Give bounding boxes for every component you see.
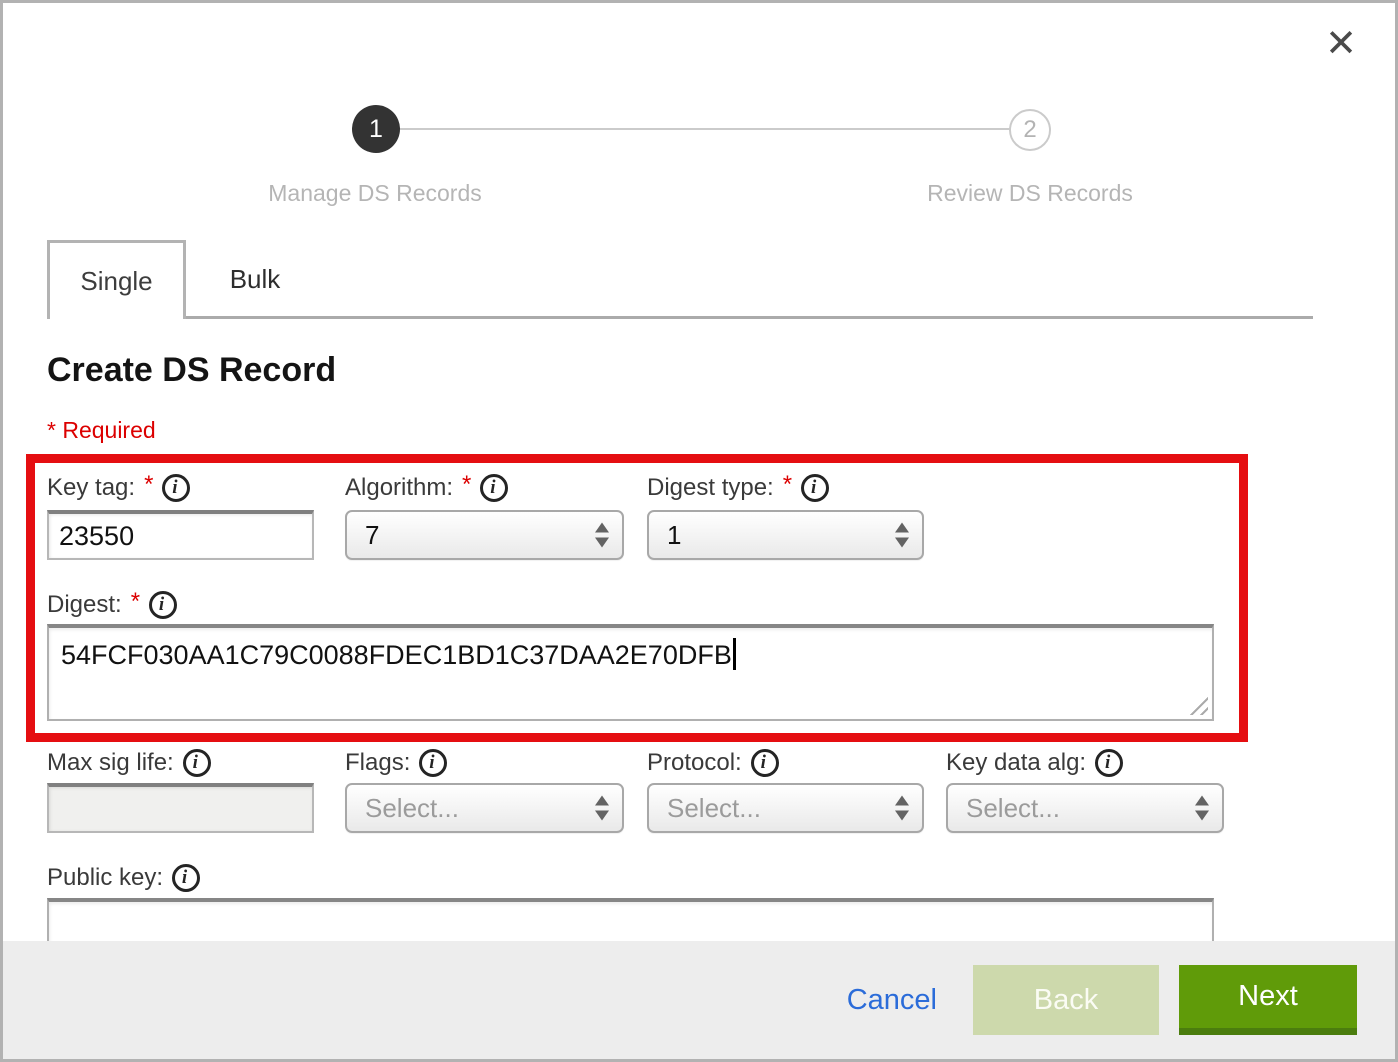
- algorithm-select[interactable]: 7: [345, 510, 624, 560]
- max-sig-life-input: [47, 783, 314, 833]
- close-icon: ✕: [1325, 21, 1357, 66]
- page-title: Create DS Record: [47, 351, 336, 390]
- digest-type-select[interactable]: 1: [647, 510, 924, 560]
- public-key-label-row: Public key: i: [47, 860, 200, 896]
- cancel-button[interactable]: Cancel: [847, 984, 937, 1017]
- max-sig-life-label: Max sig life:: [47, 749, 174, 777]
- key-data-alg-label-row: Key data alg: i: [946, 745, 1123, 781]
- key-data-alg-select-value: Select...: [966, 793, 1060, 824]
- key-tag-label-row: Key tag: * i: [47, 470, 190, 506]
- digest-type-label: Digest type:: [647, 474, 774, 502]
- key-tag-input[interactable]: [47, 510, 314, 560]
- tab-bulk[interactable]: Bulk: [186, 242, 324, 316]
- digest-value: 54FCF030AA1C79C0088FDEC1BD1C37DAA2E70DFB: [61, 640, 732, 670]
- step-2-label: Review DS Records: [870, 180, 1190, 207]
- info-icon[interactable]: i: [162, 474, 190, 502]
- info-icon[interactable]: i: [149, 591, 177, 619]
- required-mark: *: [462, 471, 471, 499]
- flags-label: Flags:: [345, 749, 410, 777]
- info-icon[interactable]: i: [1095, 749, 1123, 777]
- key-data-alg-select[interactable]: Select...: [946, 783, 1224, 833]
- digest-type-label-row: Digest type: * i: [647, 470, 829, 506]
- info-icon[interactable]: i: [183, 749, 211, 777]
- public-key-label: Public key:: [47, 864, 163, 892]
- info-icon[interactable]: i: [172, 864, 200, 892]
- protocol-label: Protocol:: [647, 749, 742, 777]
- required-note: * Required: [47, 417, 156, 444]
- algorithm-label-row: Algorithm: * i: [345, 470, 508, 506]
- info-icon[interactable]: i: [480, 474, 508, 502]
- back-button[interactable]: Back: [973, 965, 1159, 1035]
- required-mark: *: [783, 471, 792, 499]
- select-spinner-icon: [1195, 796, 1209, 821]
- protocol-select-value: Select...: [667, 793, 761, 824]
- digest-type-select-value: 1: [667, 520, 681, 551]
- required-mark: *: [144, 471, 153, 499]
- step-1-label: Manage DS Records: [215, 180, 535, 207]
- step-connector-line: [376, 128, 1031, 130]
- info-icon[interactable]: i: [751, 749, 779, 777]
- select-spinner-icon: [895, 796, 909, 821]
- select-spinner-icon: [595, 523, 609, 548]
- next-button[interactable]: Next: [1179, 965, 1357, 1035]
- flags-select[interactable]: Select...: [345, 783, 624, 833]
- protocol-label-row: Protocol: i: [647, 745, 779, 781]
- protocol-select[interactable]: Select...: [647, 783, 924, 833]
- resize-handle[interactable]: [1189, 696, 1208, 715]
- key-tag-label: Key tag:: [47, 474, 135, 502]
- digest-textarea[interactable]: 54FCF030AA1C79C0088FDEC1BD1C37DAA2E70DFB: [47, 624, 1214, 721]
- flags-label-row: Flags: i: [345, 745, 447, 781]
- digest-label: Digest:: [47, 591, 122, 619]
- step-2-circle: 2: [1009, 109, 1051, 151]
- info-icon[interactable]: i: [801, 474, 829, 502]
- required-mark: *: [131, 588, 140, 616]
- select-spinner-icon: [595, 796, 609, 821]
- algorithm-label: Algorithm:: [345, 474, 453, 502]
- max-sig-life-label-row: Max sig life: i: [47, 745, 211, 781]
- public-key-textarea[interactable]: [47, 898, 1214, 947]
- footer-bar: Cancel Back Next: [3, 941, 1395, 1059]
- tab-single[interactable]: Single: [47, 240, 186, 319]
- key-data-alg-label: Key data alg:: [946, 749, 1086, 777]
- digest-label-row: Digest: * i: [47, 587, 177, 623]
- close-button[interactable]: ✕: [1315, 17, 1367, 69]
- tabs-underline: [47, 316, 1313, 319]
- create-ds-record-dialog: ✕ 1 2 Manage DS Records Review DS Record…: [0, 0, 1398, 1062]
- flags-select-value: Select...: [365, 793, 459, 824]
- info-icon[interactable]: i: [419, 749, 447, 777]
- select-spinner-icon: [895, 523, 909, 548]
- algorithm-select-value: 7: [365, 520, 379, 551]
- step-1-circle: 1: [352, 105, 400, 153]
- text-cursor: [733, 638, 736, 670]
